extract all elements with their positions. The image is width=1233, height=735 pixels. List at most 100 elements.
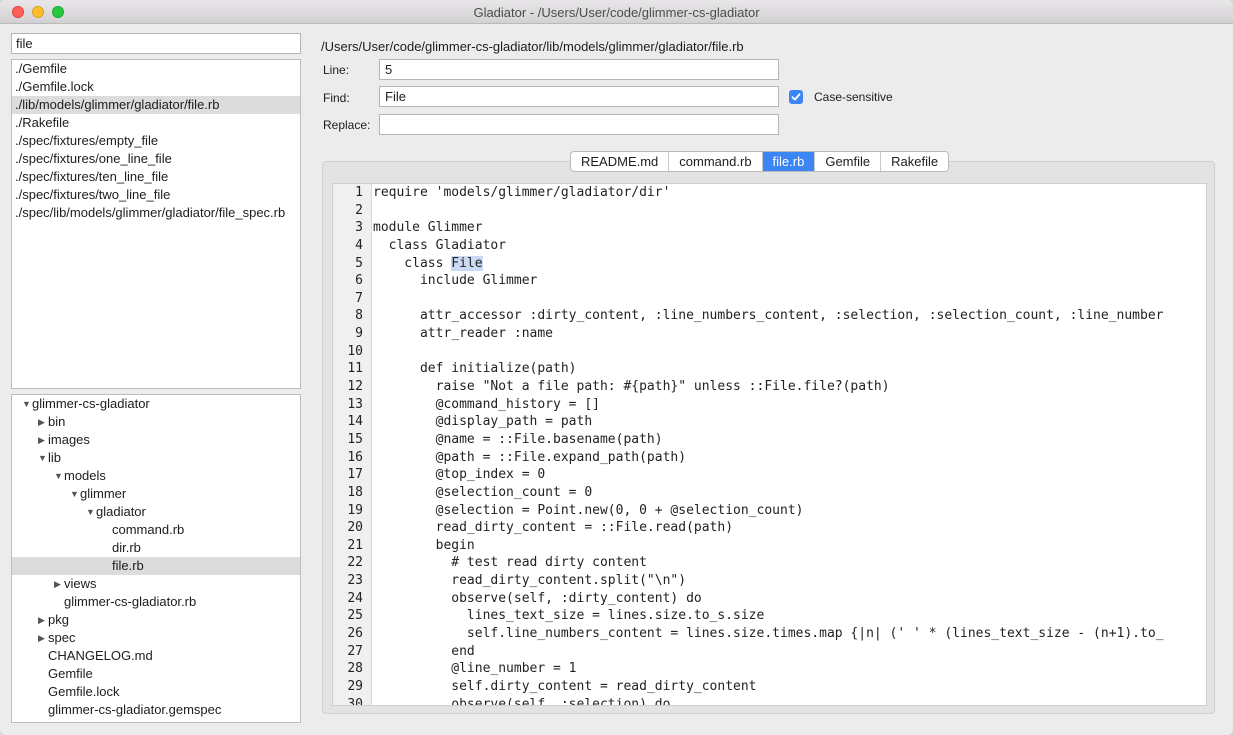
disclosure-expanded-icon[interactable]: ▼ <box>86 503 95 521</box>
tab-command-rb[interactable]: command.rb <box>669 152 763 171</box>
line-number: 8 <box>355 308 363 324</box>
disclosure-collapsed-icon[interactable]: ▶ <box>38 413 46 431</box>
code-line[interactable]: def initialize(path) <box>373 360 1206 378</box>
code-line[interactable]: class File <box>373 255 1206 273</box>
code-text-area[interactable]: require 'models/glimmer/gladiator/dir' mo… <box>373 184 1206 705</box>
code-line[interactable]: module Glimmer <box>373 219 1206 237</box>
code-line[interactable] <box>373 343 1206 361</box>
code-line[interactable]: @display_path = path <box>373 413 1206 431</box>
code-line[interactable]: class Gladiator <box>373 237 1206 255</box>
line-number: 13 <box>347 396 363 412</box>
tree-node-label: Gemfile.lock <box>48 684 120 699</box>
code-line[interactable]: self.line_numbers_content = lines.size.t… <box>373 625 1206 643</box>
code-line[interactable]: begin <box>373 537 1206 555</box>
file-list-item[interactable]: ./spec/fixtures/empty_file <box>12 132 300 150</box>
tree-node[interactable]: ▶ images <box>12 431 300 449</box>
line-number: 6 <box>355 273 363 289</box>
disclosure-collapsed-icon[interactable]: ▶ <box>38 611 46 629</box>
file-list-item[interactable]: ./lib/models/glimmer/gladiator/file.rb <box>12 96 300 114</box>
tab-rakefile[interactable]: Rakefile <box>881 152 949 171</box>
line-number: 25 <box>347 608 363 624</box>
tree-node[interactable]: ▶ pkg <box>12 611 300 629</box>
tree-node[interactable]: ▶ views <box>12 575 300 593</box>
code-line[interactable]: read_dirty_content.split("\n") <box>373 572 1206 590</box>
tree-node[interactable]: Gemfile.lock <box>12 683 300 701</box>
code-line[interactable]: raise "Not a file path: #{path}" unless … <box>373 378 1206 396</box>
code-line[interactable]: @name = ::File.basename(path) <box>373 431 1206 449</box>
tree-node[interactable]: CHANGELOG.md <box>12 647 300 665</box>
line-number: 18 <box>347 484 363 500</box>
file-list-item[interactable]: ./Rakefile <box>12 114 300 132</box>
tree-node[interactable]: ▼gladiator <box>12 503 300 521</box>
tree-node[interactable]: ▼glimmer <box>12 485 300 503</box>
disclosure-expanded-icon[interactable]: ▼ <box>38 449 47 467</box>
code-line[interactable]: @command_history = [] <box>373 396 1206 414</box>
tree-node[interactable]: command.rb <box>12 521 300 539</box>
tree-node[interactable]: ▶ spec <box>12 629 300 647</box>
file-list-item[interactable]: ./Gemfile <box>12 60 300 78</box>
tree-node-label: models <box>64 468 106 483</box>
code-line[interactable]: @line_number = 1 <box>373 660 1206 678</box>
disclosure-expanded-icon[interactable]: ▼ <box>54 467 63 485</box>
code-line[interactable]: attr_reader :name <box>373 325 1206 343</box>
tree-node-label: glimmer-cs-gladiator.gemspec <box>48 702 222 717</box>
code-line[interactable]: end <box>373 643 1206 661</box>
file-list-item[interactable]: ./spec/lib/models/glimmer/gladiator/file… <box>12 204 300 222</box>
line-number: 27 <box>347 643 363 659</box>
disclosure-collapsed-icon[interactable]: ▶ <box>38 629 46 647</box>
tree-node-label: dir.rb <box>112 540 141 555</box>
tree-node-label: Gemfile <box>48 666 93 681</box>
disclosure-expanded-icon[interactable]: ▼ <box>22 395 31 413</box>
tree-node[interactable]: dir.rb <box>12 539 300 557</box>
code-line[interactable]: observe(self, :selection) do <box>373 696 1206 705</box>
code-line[interactable]: lines_text_size = lines.size.to_s.size <box>373 607 1206 625</box>
replace-input[interactable] <box>379 114 779 135</box>
tree-node[interactable]: Gemfile <box>12 665 300 683</box>
disclosure-collapsed-icon[interactable]: ▶ <box>54 575 62 593</box>
disclosure-collapsed-icon[interactable]: ▶ <box>38 431 46 449</box>
code-line[interactable]: read_dirty_content = ::File.read(path) <box>373 519 1206 537</box>
file-list-item[interactable]: ./Gemfile.lock <box>12 78 300 96</box>
editor-tabs: README.md command.rb file.rb Gemfile Rakefil… <box>570 151 950 172</box>
tab-gemfile[interactable]: Gemfile <box>815 152 882 171</box>
tree-node[interactable]: glimmer-cs-gladiator.gemspec <box>12 701 300 719</box>
tab-file-rb[interactable]: file.rb <box>762 152 816 171</box>
line-number-input[interactable]: 5 <box>379 59 779 80</box>
tree-node-label: lib <box>48 450 62 465</box>
filtered-file-list[interactable]: ./Gemfile ./Gemfile.lock ./lib/models/glim… <box>11 59 301 389</box>
code-line[interactable]: include Glimmer <box>373 272 1206 290</box>
file-list-item[interactable]: ./spec/fixtures/two_line_file <box>12 186 300 204</box>
disclosure-expanded-icon[interactable]: ▼ <box>70 485 79 503</box>
tree-node[interactable]: file.rb <box>12 557 300 575</box>
line-number: 7 <box>355 290 363 306</box>
code-line[interactable]: @selection = Point.new(0, 0 + @selection… <box>373 502 1206 520</box>
file-filter-input[interactable]: file <box>11 33 301 54</box>
tab-readme-md[interactable]: README.md <box>571 152 670 171</box>
line-number: 20 <box>347 520 363 536</box>
find-input[interactable]: File <box>379 86 779 107</box>
code-line[interactable]: @selection_count = 0 <box>373 484 1206 502</box>
tree-node[interactable]: ▶ bin <box>12 413 300 431</box>
case-sensitive-checkbox[interactable] <box>789 90 803 104</box>
code-line[interactable]: observe(self, :dirty_content) do <box>373 590 1206 608</box>
code-line[interactable] <box>373 202 1206 220</box>
line-number: 10 <box>347 343 363 359</box>
tree-node[interactable]: ▼lib <box>12 449 300 467</box>
file-list-item[interactable]: ./spec/fixtures/one_line_file <box>12 150 300 168</box>
code-line[interactable]: @path = ::File.expand_path(path) <box>373 449 1206 467</box>
code-line[interactable]: require 'models/glimmer/gladiator/dir' <box>373 184 1206 202</box>
code-editor[interactable]: 1 2 3 4 5 6 7 8 9 10 11 12 13 14 15 16 17 18 19 20 21 22 23 24 2… <box>332 183 1207 706</box>
project-file-tree[interactable]: ▼glimmer-cs-gladiator ▶ bin ▶ images ▼lib ▼mod… <box>11 394 301 723</box>
file-list-item[interactable]: ./spec/fixtures/ten_line_file <box>12 168 300 186</box>
code-line[interactable]: attr_accessor :dirty_content, :line_numb… <box>373 307 1206 325</box>
tree-node[interactable]: glimmer-cs-gladiator.rb <box>12 593 300 611</box>
code-line[interactable] <box>373 290 1206 308</box>
tree-node[interactable]: ▼models <box>12 467 300 485</box>
replace-label: Replace: <box>323 118 371 132</box>
line-number: 21 <box>347 537 363 553</box>
code-line[interactable]: self.dirty_content = read_dirty_content <box>373 678 1206 696</box>
line-number: 5 <box>355 255 363 271</box>
code-line[interactable]: # test read dirty content <box>373 554 1206 572</box>
code-line[interactable]: @top_index = 0 <box>373 466 1206 484</box>
tree-node[interactable]: ▼glimmer-cs-gladiator <box>12 395 300 413</box>
